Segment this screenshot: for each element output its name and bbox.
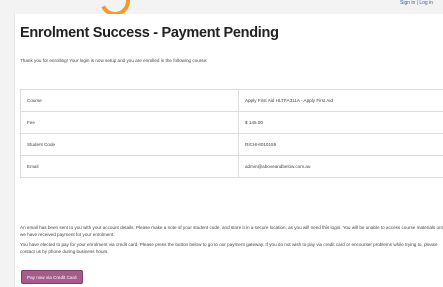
intro-text: Thank you for enrolling! Your login is n… — [20, 58, 208, 63]
enrolment-details-table: Course Apply First Aid HLTFA311A - Apply… — [20, 89, 443, 178]
row-value: Apply First Aid HLTFA311A - Apply First … — [238, 89, 443, 112]
row-value: $ 145.00 — [238, 111, 443, 134]
top-account-link[interactable]: Sign in | Log in — [400, 0, 433, 6]
account-notice: An email has been sent to you with your … — [20, 225, 443, 237]
pay-credit-card-button[interactable]: Pay now via Credit Card — [21, 270, 83, 284]
table-row: Course Apply First Aid HLTFA311A - Apply… — [20, 89, 443, 112]
table-row: Email admin@aboveandbelow.com.au — [20, 155, 443, 178]
top-bar: Sign in | Log in — [0, 0, 443, 21]
table-row: Student Code RICHHI010159 — [20, 133, 443, 156]
content-panel: Enrolment Success - Payment Pending Than… — [14, 14, 443, 287]
row-label: Email — [20, 155, 239, 178]
page-title: Enrolment Success - Payment Pending — [20, 25, 279, 41]
payment-notice: You have elected to pay for your enrolme… — [20, 242, 438, 254]
row-value: admin@aboveandbelow.com.au — [238, 155, 443, 178]
row-label: Student Code — [20, 133, 239, 156]
table-row: Fee $ 145.00 — [20, 111, 443, 134]
row-label: Course — [20, 89, 239, 112]
row-value: RICHHI010159 — [238, 133, 443, 156]
row-label: Fee — [20, 111, 239, 134]
